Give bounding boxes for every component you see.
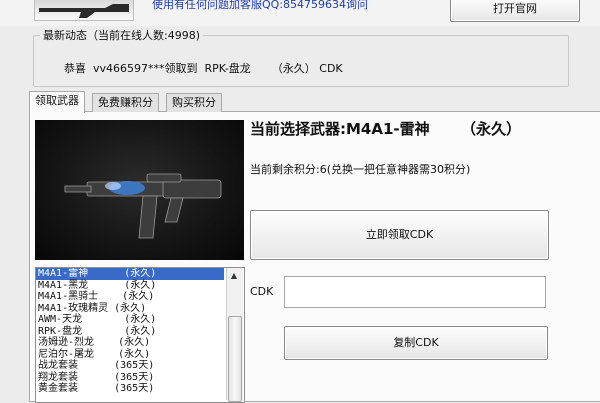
list-item[interactable]: 汤姆逊-烈龙 (永久) (36, 337, 224, 349)
open-website-button[interactable]: 打开官网 (450, 0, 580, 22)
tab-buy-points[interactable]: 购买积分 (166, 93, 222, 112)
weapon-preview-image (35, 120, 244, 260)
list-item[interactable]: 战龙套装 (365天) (36, 360, 224, 372)
list-item[interactable]: M4A1-黑龙 (永久) (36, 280, 224, 292)
list-item[interactable]: 翔龙套装 (365天) (36, 372, 224, 384)
list-item[interactable]: AWM-天龙 (永久) (36, 314, 224, 326)
support-qq-text: 使用有任何问题加客服QQ:854759634询问 (152, 0, 369, 11)
points-remaining-text: 当前剩余积分:6(兑换一把任意神器需30积分) (250, 163, 471, 176)
list-item[interactable]: M4A1-雷神 (永久) (36, 268, 224, 280)
scroll-up-arrow-icon[interactable]: ▲ (226, 268, 242, 284)
claim-cdk-button[interactable]: 立即领取CDK (250, 210, 549, 260)
list-item[interactable]: RPK-盘龙 (永久) (36, 326, 224, 338)
news-title: 最新动态（当前在线人数:4998) (40, 27, 203, 43)
news-message: 恭喜 vv466597***领取到 RPK-盘龙 （永久） CDK (64, 62, 343, 75)
banner-weapon-image (34, 0, 134, 21)
tab-earn-points[interactable]: 免费赚积分 (92, 93, 159, 112)
list-item[interactable]: M4A1-玫瑰精灵 (永久) (36, 303, 224, 315)
cdk-input[interactable] (284, 276, 546, 308)
list-item[interactable]: M4A1-黑骑士 (永久) (36, 291, 224, 303)
copy-cdk-button[interactable]: 复制CDK (284, 326, 548, 360)
list-item[interactable]: 尼泊尔-屠龙 (永久) (36, 349, 224, 361)
weapon-list[interactable]: M4A1-雷神 (永久) M4A1-黑龙 (永久) M4A1-黑骑士 (永久) … (35, 267, 245, 403)
list-item[interactable]: 黄金套装 (365天) (36, 383, 224, 395)
current-weapon-title: 当前选择武器:M4A1-雷神 （永久） (250, 120, 521, 138)
scroll-thumb[interactable] (228, 316, 242, 402)
tab-claim-weapon[interactable]: 领取武器 (29, 91, 85, 113)
cdk-label: CDK (250, 285, 274, 298)
